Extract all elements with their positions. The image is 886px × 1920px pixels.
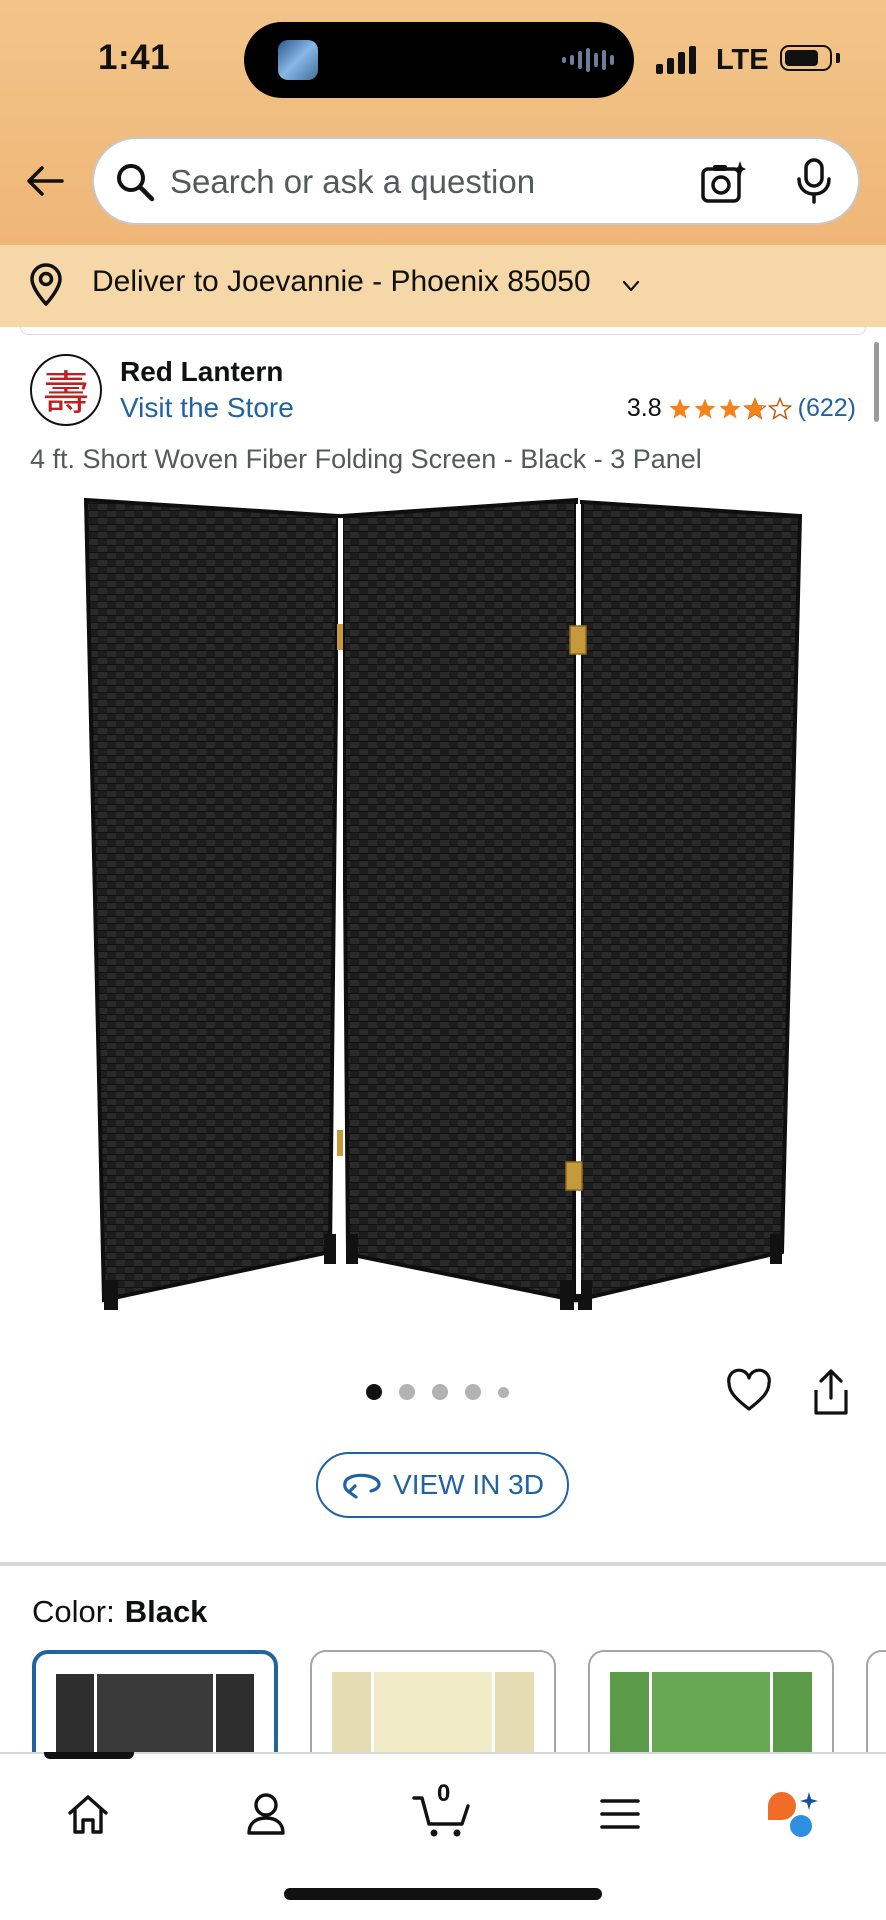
battery-cap — [836, 53, 840, 63]
star-empty-icon — [767, 396, 792, 420]
section-divider — [0, 1562, 886, 1566]
nav-cart[interactable]: 0 — [412, 1780, 472, 1844]
audio-wave-icon — [562, 48, 614, 72]
cart-count: 0 — [437, 1780, 451, 1807]
pagination-dot[interactable] — [399, 1384, 415, 1400]
nav-home[interactable] — [58, 1784, 118, 1844]
rotate-3d-icon — [343, 1473, 381, 1499]
rating-value: 3.8 — [626, 394, 662, 422]
top-header: 1:41 LTE — [0, 0, 886, 245]
brand-logo[interactable]: 壽 — [30, 354, 102, 426]
right-panel — [575, 499, 803, 1303]
rating-count-link[interactable]: (622) — [798, 394, 856, 423]
user-icon — [247, 1793, 285, 1835]
back-arrow-icon[interactable] — [24, 160, 66, 202]
color-label-text: Color: — [32, 1594, 115, 1629]
search-bar[interactable] — [92, 137, 860, 225]
battery-icon — [780, 45, 832, 71]
star-rating — [668, 396, 792, 421]
left-panel — [83, 497, 341, 1303]
product-title: 4 ft. Short Woven Fiber Folding Screen -… — [30, 444, 702, 474]
home-icon — [68, 1795, 108, 1834]
view-in-3d-label: VIEW IN 3D — [393, 1469, 544, 1500]
status-time: 1:41 — [98, 38, 171, 77]
image-pagination[interactable] — [366, 1384, 509, 1400]
pagination-dot[interactable] — [498, 1386, 509, 1398]
pagination-dot[interactable] — [465, 1384, 481, 1400]
nav-rufus-assistant[interactable] — [762, 1784, 822, 1844]
view-in-3d-button[interactable]: VIEW IN 3D — [316, 1452, 569, 1518]
pagination-dot[interactable] — [432, 1384, 448, 1400]
pagination-dot[interactable] — [366, 1384, 382, 1400]
cellular-signal-icon — [656, 46, 696, 74]
live-activity-app-icon — [278, 40, 318, 80]
nav-account[interactable] — [236, 1784, 296, 1844]
status-bar: 1:41 LTE — [0, 0, 886, 125]
microphone-icon[interactable] — [794, 157, 834, 205]
star-partial-icon — [742, 396, 767, 420]
location-pin-icon — [30, 263, 62, 306]
dynamic-island[interactable] — [244, 22, 634, 98]
scroll-indicator[interactable] — [874, 342, 879, 422]
network-type: LTE — [716, 44, 769, 76]
share-icon[interactable] — [810, 1368, 852, 1416]
search-icon — [117, 164, 155, 202]
previous-card-edge — [20, 327, 866, 335]
middle-panel — [339, 497, 579, 1303]
color-label: Color: Black — [32, 1594, 207, 1630]
visit-store-link[interactable]: Visit the Store — [120, 392, 294, 424]
chevron-down-icon — [622, 280, 640, 292]
star-full-icon — [719, 398, 741, 418]
home-indicator[interactable] — [284, 1888, 602, 1900]
product-image[interactable] — [80, 490, 810, 1310]
brand-name: Red Lantern — [120, 356, 284, 387]
selected-color-name: Black — [124, 1594, 208, 1629]
rating-summary[interactable]: 3.8 (622) — [627, 394, 856, 423]
nav-active-indicator — [44, 1752, 134, 1759]
star-full-icon — [669, 398, 691, 418]
heart-icon[interactable] — [726, 1368, 772, 1414]
rufus-assistant-icon — [768, 1792, 818, 1837]
star-full-icon — [694, 398, 716, 418]
search-input[interactable] — [170, 159, 670, 205]
delivery-location-text: Deliver to Joevannie - Phoenix 85050 — [92, 265, 591, 298]
camera-search-icon[interactable] — [700, 159, 746, 205]
hamburger-menu-icon — [600, 1799, 640, 1829]
nav-menu[interactable] — [590, 1784, 650, 1844]
brand-logo-glyph: 壽 — [43, 366, 89, 420]
delivery-location-bar[interactable]: Deliver to Joevannie - Phoenix 85050 — [0, 245, 886, 327]
